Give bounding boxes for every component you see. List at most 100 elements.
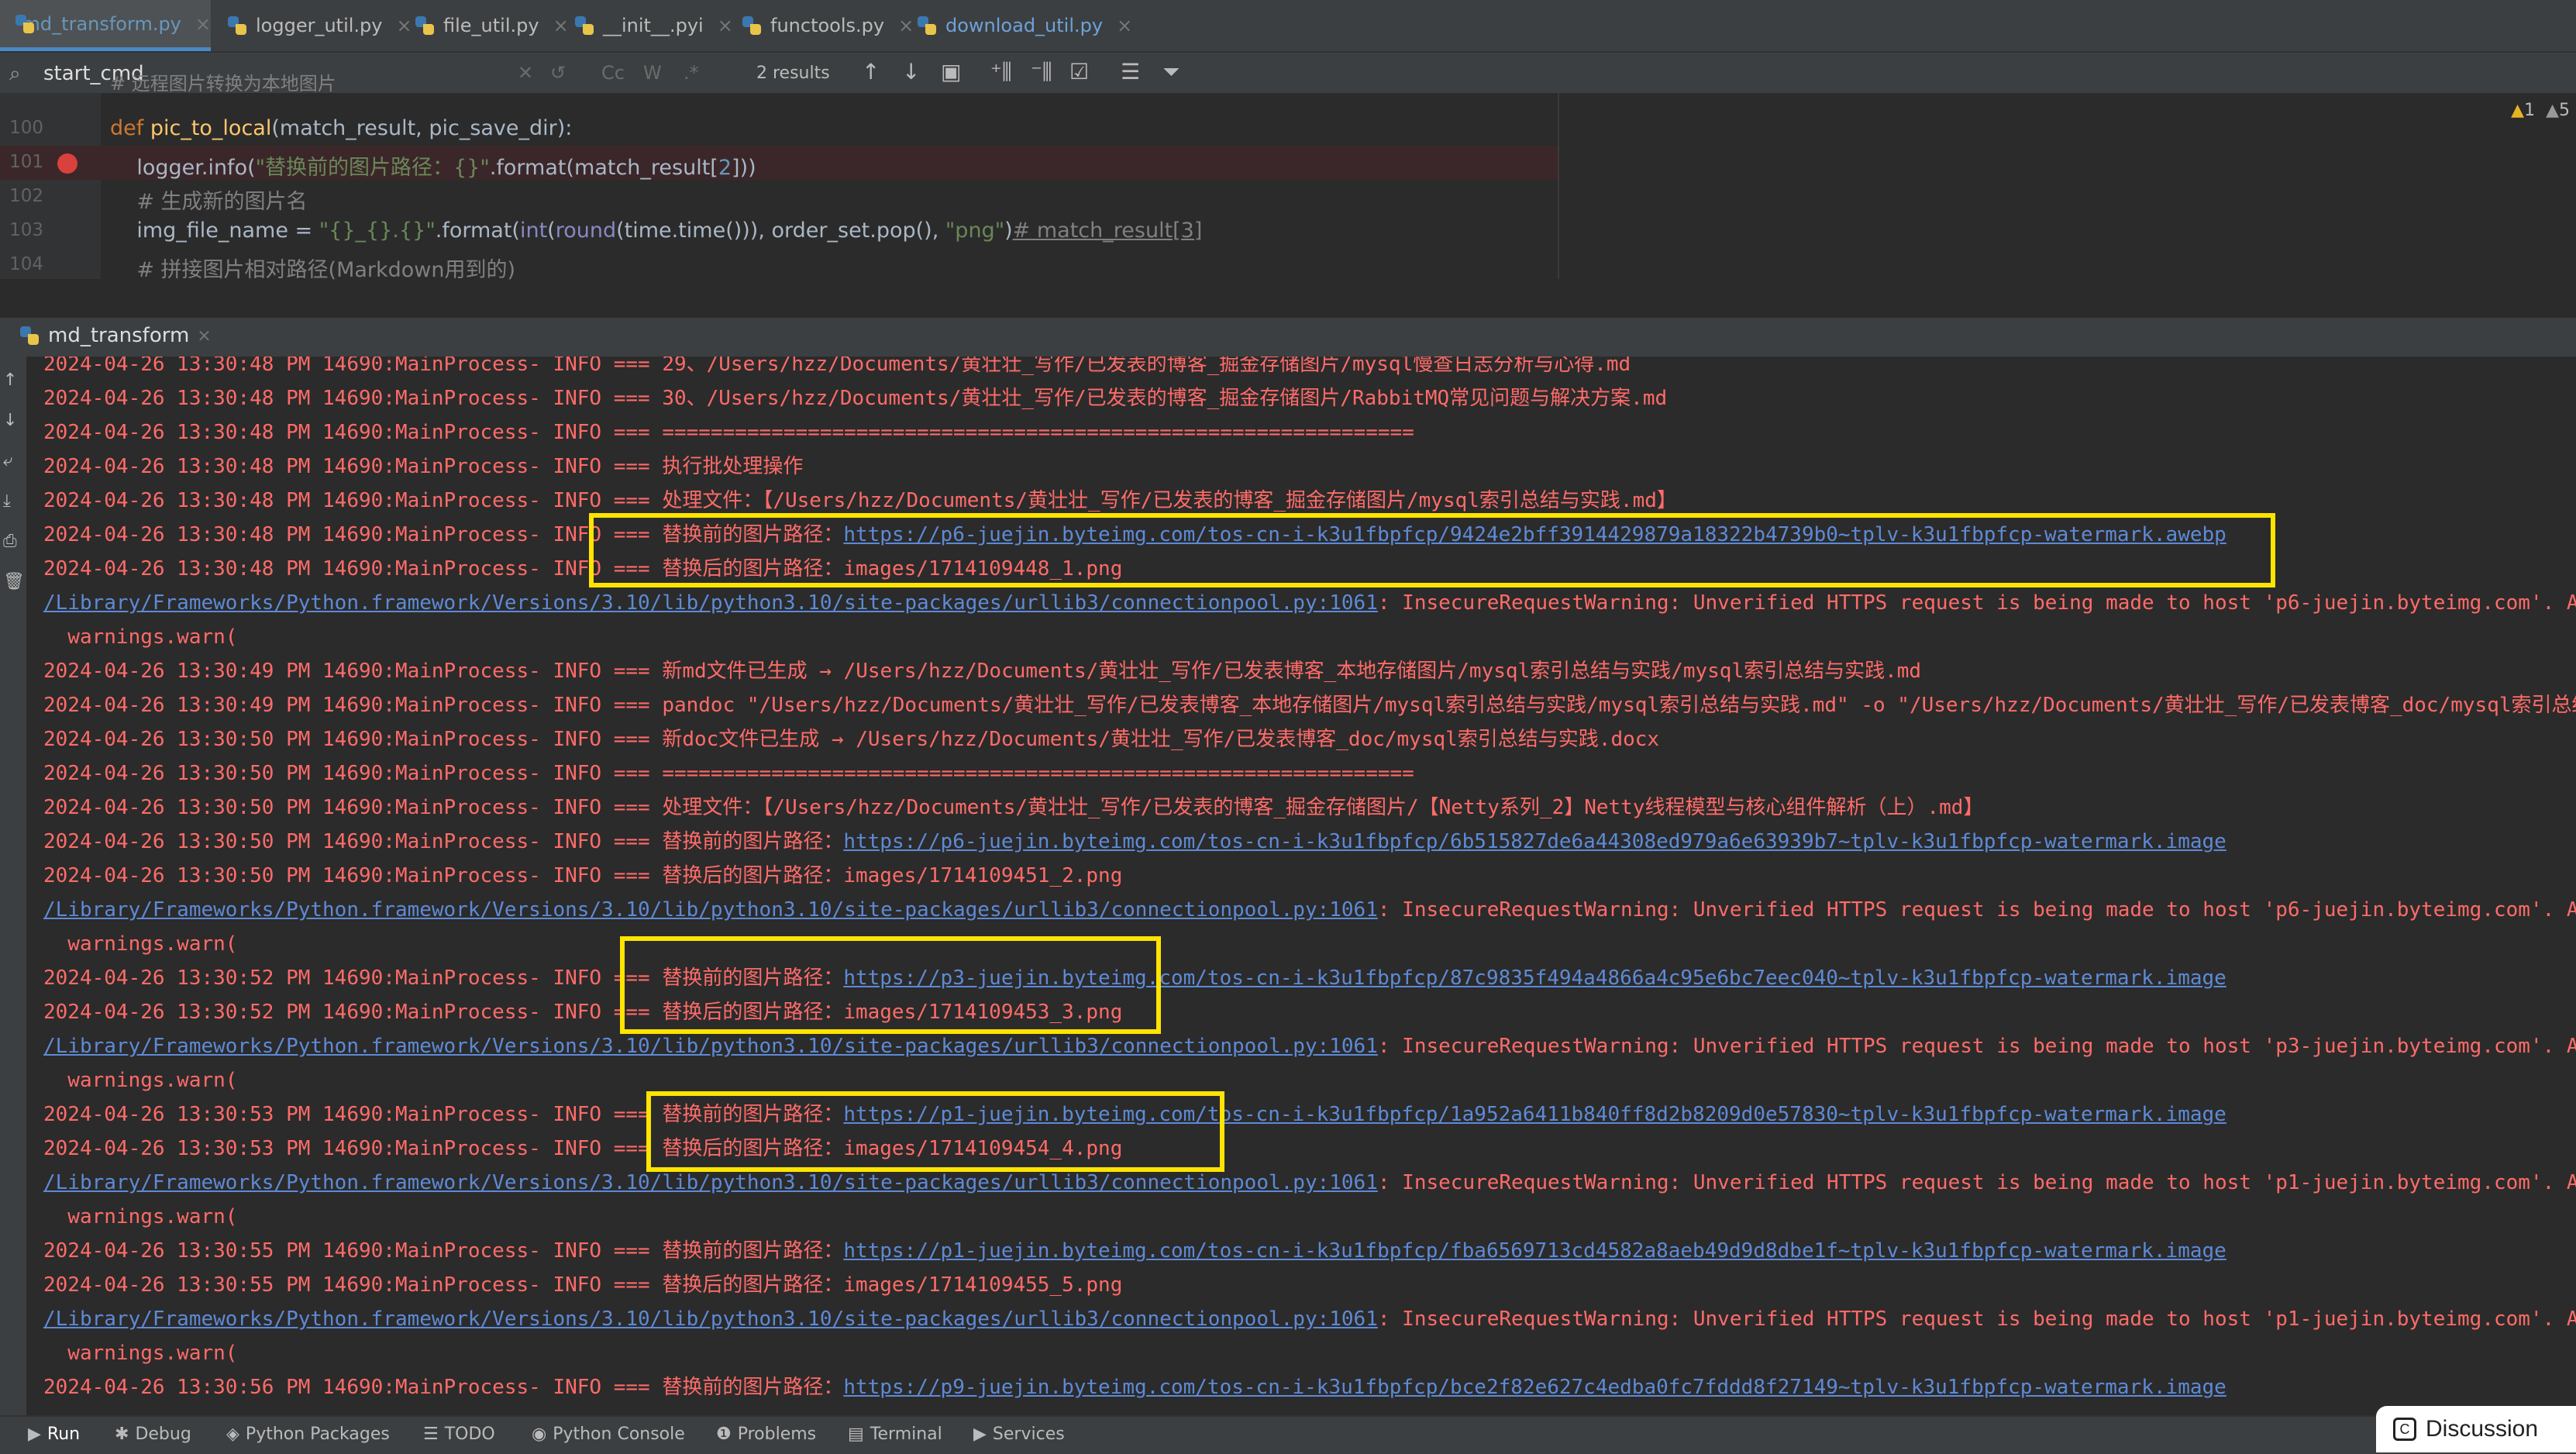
console-line: 2024-04-26 13:30:50 PM 14690:MainProcess… (43, 722, 2576, 756)
console-line: 2024-04-26 13:30:50 PM 14690:MainProcess… (43, 791, 2576, 825)
python-file-icon (226, 15, 248, 36)
code-text: # 远程图片转换为本地图片 (110, 73, 336, 95)
code-text: # 生成新的图片名 (110, 190, 308, 214)
console-line: 2024-04-26 13:30:55 PM 14690:MainProcess… (43, 1234, 2576, 1268)
console-text: warnings.warn( (43, 625, 238, 649)
line-number: 101 (9, 152, 43, 172)
console-line: 2024-04-26 13:30:48 PM 14690:MainProcess… (43, 357, 2576, 381)
code-line: 102 # 生成新的图片名 (0, 180, 1558, 214)
services-tool-button[interactable]: ▶ Services (973, 1425, 1065, 1444)
right-margin-guide (1558, 93, 1559, 279)
line-number: 102 (9, 186, 43, 206)
console-link[interactable]: /Library/Frameworks/Python.framework/Ver… (43, 591, 1378, 615)
code-text: # 拼接图片相对路径(Markdown用到的) (110, 258, 516, 282)
console-line: 2024-04-26 13:30:50 PM 14690:MainProcess… (43, 756, 2576, 791)
scroll-to-end-icon[interactable]: ⤓ (3, 491, 11, 511)
soft-wrap-icon[interactable]: ⤶ (3, 451, 12, 470)
copyright-icon: C (2393, 1418, 2416, 1441)
console-toolbar: ↑ ↓ ⤶ ⤓ ⎙ 🗑 (0, 357, 26, 1415)
console-line: 2024-04-26 13:30:50 PM 14690:MainProcess… (43, 825, 2576, 859)
console-line: 2024-04-26 13:30:48 PM 14690:MainProcess… (43, 381, 2576, 415)
console-link[interactable]: https://p6-juejin.byteimg.com/tos-cn-i-k… (843, 830, 2226, 853)
console-text: 2024-04-26 13:30:48 PM 14690:MainProcess… (43, 387, 1668, 410)
console-text: 2024-04-26 13:30:56 PM 14690:MainProcess… (43, 1376, 844, 1399)
tab-functools[interactable]: functools.py × (741, 0, 914, 51)
close-icon[interactable]: × (553, 15, 569, 36)
close-icon[interactable]: × (718, 15, 733, 36)
console-link[interactable]: /Library/Frameworks/Python.framework/Ver… (43, 898, 1378, 922)
problems-tool-button[interactable]: ❶ Problems (716, 1425, 816, 1444)
run-tab-md-transform[interactable]: md_transform × (19, 324, 212, 347)
tool-label: Services (992, 1425, 1065, 1444)
discussion-button[interactable]: C Discussion (2376, 1406, 2576, 1452)
console-text: 2024-04-26 13:30:50 PM 14690:MainProcess… (43, 830, 844, 853)
console-line: warnings.warn( (43, 1063, 2576, 1097)
terminal-tool-button[interactable]: ▤ Terminal (848, 1425, 942, 1444)
tab-label: file_util.py (443, 15, 539, 36)
tab-md-transform[interactable]: md_transform.py × (0, 0, 211, 51)
run-console[interactable]: ↑ ↓ ⤶ ⤓ ⎙ 🗑 2024-04-26 13:30:48 PM 14690… (0, 357, 2576, 1415)
tab-download-util[interactable]: download_util.py × (916, 0, 1132, 51)
debug-tool-button[interactable]: ✱ Debug (115, 1425, 191, 1444)
python-packages-tool-button[interactable]: ◈ Python Packages (226, 1425, 390, 1444)
console-text: 2024-04-26 13:30:48 PM 14690:MainProcess… (43, 421, 1414, 444)
print-icon[interactable]: ⎙ (3, 532, 17, 551)
tool-label: Problems (737, 1425, 817, 1444)
todo-tool-button[interactable]: ☰ TODO (423, 1425, 495, 1444)
layers-icon: ◈ (226, 1425, 239, 1444)
scroll-up-icon[interactable]: ↑ (3, 370, 17, 390)
line-number: 103 (9, 220, 43, 240)
console-text: 2024-04-26 13:30:49 PM 14690:MainProcess… (43, 660, 1922, 683)
python-file-icon (573, 15, 595, 36)
console-text: 2024-04-26 13:30:50 PM 14690:MainProcess… (43, 728, 1660, 751)
console-line: 2024-04-26 13:30:48 PM 14690:MainProcess… (43, 415, 2576, 450)
code-editor[interactable]: # 远程图片转换为本地图片 100 def pic_to_local(match… (0, 73, 2576, 282)
close-icon[interactable]: × (197, 326, 211, 346)
python-file-icon (414, 15, 436, 36)
weak-warning-icon: ▲ (2546, 101, 2559, 120)
python-file-icon (741, 15, 763, 36)
run-toolwindow-header: md_transform × (0, 318, 2576, 358)
inspection-widget[interactable]: ▲1 ▲5 (2511, 101, 2570, 120)
code-line-comment: # 远程图片转换为本地图片 (0, 70, 1558, 95)
close-icon[interactable]: × (898, 15, 914, 36)
console-link[interactable]: https://p1-juejin.byteimg.com/tos-cn-i-k… (843, 1239, 2226, 1263)
code-text: logger.info("替换前的图片路径：{}".format(match_r… (110, 156, 756, 180)
python-console-tool-button[interactable]: ◉ Python Console (532, 1425, 685, 1444)
tool-label: Python Packages (245, 1425, 390, 1444)
info-icon: ❶ (716, 1425, 732, 1444)
tab-logger-util[interactable]: logger_util.py × (226, 0, 412, 51)
console-text: warnings.warn( (43, 1069, 238, 1092)
console-text: warnings.warn( (43, 932, 238, 956)
warning-count: 1 (2524, 101, 2536, 120)
console-line: /Library/Frameworks/Python.framework/Ver… (43, 1302, 2576, 1336)
highlight-box (620, 936, 1161, 1034)
console-line: 2024-04-26 13:30:50 PM 14690:MainProcess… (43, 859, 2576, 893)
console-line: warnings.warn( (43, 1336, 2576, 1370)
console-text: : InsecureRequestWarning: Unverified HTT… (1377, 1308, 2576, 1331)
close-icon[interactable]: × (1117, 15, 1132, 36)
console-line: /Library/Frameworks/Python.framework/Ver… (43, 893, 2576, 927)
code-line: 100 def pic_to_local(match_result, pic_s… (0, 112, 1558, 146)
editor-tabs: md_transform.py × logger_util.py × file_… (0, 0, 2576, 53)
console-link[interactable]: /Library/Frameworks/Python.framework/Ver… (43, 1171, 1378, 1194)
close-icon[interactable]: × (396, 15, 412, 36)
console-line: 2024-04-26 13:30:53 PM 14690:MainProcess… (43, 1132, 2576, 1166)
close-icon[interactable]: × (195, 13, 211, 35)
console-text: 2024-04-26 13:30:50 PM 14690:MainProcess… (43, 796, 1984, 819)
scroll-down-icon[interactable]: ↓ (3, 411, 17, 430)
tab-label: download_util.py (945, 15, 1104, 36)
console-line: 2024-04-26 13:30:55 PM 14690:MainProcess… (43, 1268, 2576, 1302)
console-link[interactable]: /Library/Frameworks/Python.framework/Ver… (43, 1035, 1378, 1058)
bug-icon: ✱ (115, 1425, 129, 1444)
console-text: 2024-04-26 13:30:55 PM 14690:MainProcess… (43, 1239, 844, 1263)
run-tool-button[interactable]: ▶ Run (28, 1425, 80, 1444)
console-link[interactable]: https://p9-juejin.byteimg.com/tos-cn-i-k… (843, 1376, 2226, 1399)
tab-init-pyi[interactable]: __init__.pyi × (573, 0, 733, 51)
tab-file-util[interactable]: file_util.py × (414, 0, 569, 51)
trash-icon[interactable]: 🗑 (3, 572, 25, 591)
console-line: 2024-04-26 13:30:52 PM 14690:MainProcess… (43, 961, 2576, 995)
code-text: img_file_name = "{}_{}.{}".format(int(ro… (110, 219, 1203, 243)
console-link[interactable]: /Library/Frameworks/Python.framework/Ver… (43, 1308, 1378, 1331)
breakpoint-icon[interactable] (57, 153, 77, 174)
